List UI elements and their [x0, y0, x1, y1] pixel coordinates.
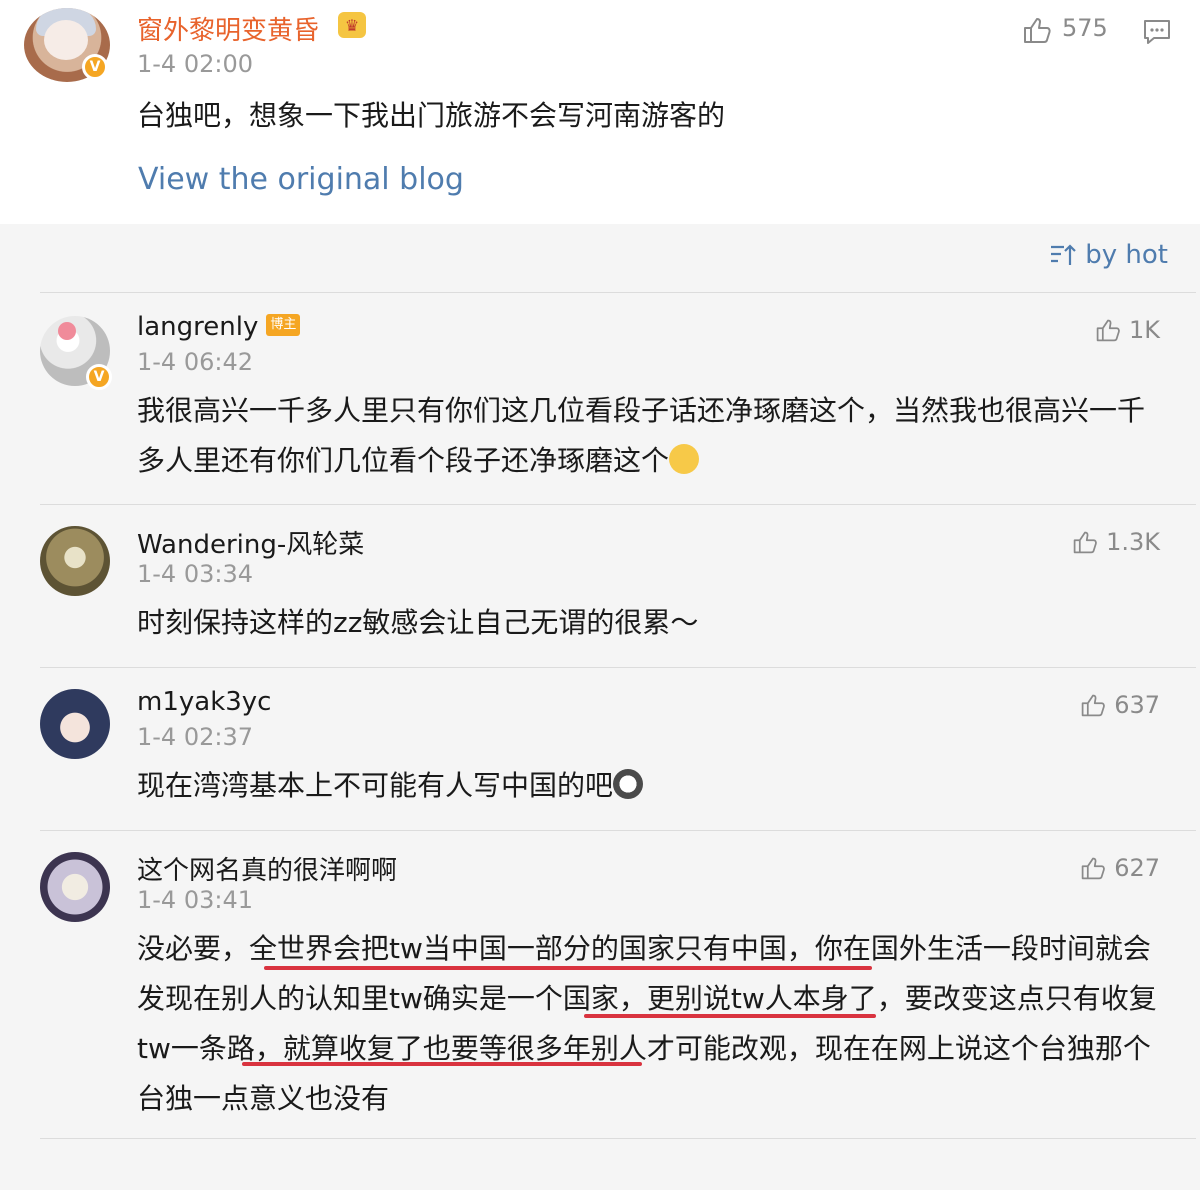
comment-author-name[interactable]: Wandering-风轮菜	[137, 524, 364, 561]
divider	[40, 292, 1196, 293]
post-text: 台独吧，想象一下我出门旅游不会写河南游客的	[137, 99, 726, 132]
comment-time: 1-4 03:34	[137, 560, 253, 588]
verified-badge-icon: V	[82, 54, 108, 80]
comment-time: 1-4 03:41	[137, 886, 253, 914]
red-underline	[584, 1014, 876, 1018]
red-underline	[264, 966, 872, 970]
like-button[interactable]: 637	[1080, 691, 1160, 719]
like-count: 1K	[1128, 316, 1160, 344]
original-post: V 窗外黎明变黄昏 ♛ 1-4 02:00 台独吧，想象一下我出门旅游不会写河南…	[0, 0, 1200, 224]
shrug-emoji-icon	[669, 444, 700, 474]
post-time: 1-4 02:00	[137, 50, 253, 78]
comment-text-content: 现在湾湾基本上不可能有人写中国的吧	[137, 769, 614, 802]
view-original-link[interactable]: View the original blog	[138, 162, 464, 197]
avatar[interactable]	[40, 689, 110, 759]
author-name[interactable]: 窗外黎明变黄昏	[137, 10, 319, 47]
like-button[interactable]: 1.3K	[1072, 528, 1160, 556]
avatar-flower	[58, 322, 76, 340]
divider	[40, 667, 1196, 668]
sort-label: by hot	[1085, 240, 1168, 270]
thumbs-up-icon	[1081, 857, 1105, 880]
divider	[40, 504, 1196, 505]
comment-text: 现在湾湾基本上不可能有人写中国的吧	[137, 761, 1157, 811]
red-underline	[242, 1062, 642, 1066]
avatar-face	[44, 20, 88, 60]
divider	[40, 830, 1196, 831]
divider	[40, 1138, 1196, 1139]
comment-time: 1-4 06:42	[137, 348, 253, 376]
comment-text: 时刻保持这样的zz敏感会让自己无谓的很累～	[137, 606, 699, 639]
verified-badge-icon: V	[86, 364, 112, 390]
avatar[interactable]	[40, 526, 110, 596]
thumbs-up-icon	[1096, 319, 1120, 342]
like-button[interactable]: 627	[1080, 854, 1160, 882]
comment-text: 没必要，全世界会把tw当中国一部分的国家只有中国，你在国外生活一段时间就会发现在…	[137, 932, 1157, 1115]
comment-author-name[interactable]: 这个网名真的很洋啊啊	[137, 850, 397, 887]
comment-author-name: langrenly	[137, 312, 259, 342]
like-count: 575	[1062, 14, 1108, 42]
sort-icon	[1051, 244, 1077, 265]
like-count: 1.3K	[1106, 528, 1160, 556]
blogger-badge: 博主	[266, 313, 301, 336]
like-button[interactable]: 1K	[1095, 316, 1160, 344]
thumbs-up-icon[interactable]	[1022, 16, 1052, 44]
comment-author-name[interactable]: m1yak3yc	[137, 687, 271, 717]
like-count: 637	[1114, 691, 1160, 719]
thumbs-up-icon	[1081, 694, 1105, 717]
crown-emoji-icon: ♛	[338, 12, 366, 38]
comment-icon[interactable]	[1142, 18, 1172, 46]
comment-text-content: 我很高兴一千多人里只有你们这几位看段子话还净琢磨这个，当然我也很高兴一千多人里还…	[137, 394, 1146, 477]
thumbs-up-icon	[1073, 531, 1097, 554]
comment-text: 我很高兴一千多人里只有你们这几位看段子话还净琢磨这个，当然我也很高兴一千多人里还…	[137, 386, 1157, 486]
comment-author[interactable]: langrenly 博主	[137, 312, 301, 342]
sort-by-hot-button[interactable]: by hot	[1049, 240, 1168, 270]
avatar[interactable]	[40, 852, 110, 922]
like-count: 627	[1114, 854, 1160, 882]
comment-time: 1-4 02:37	[137, 723, 253, 751]
panda-emoji-icon	[613, 769, 644, 799]
